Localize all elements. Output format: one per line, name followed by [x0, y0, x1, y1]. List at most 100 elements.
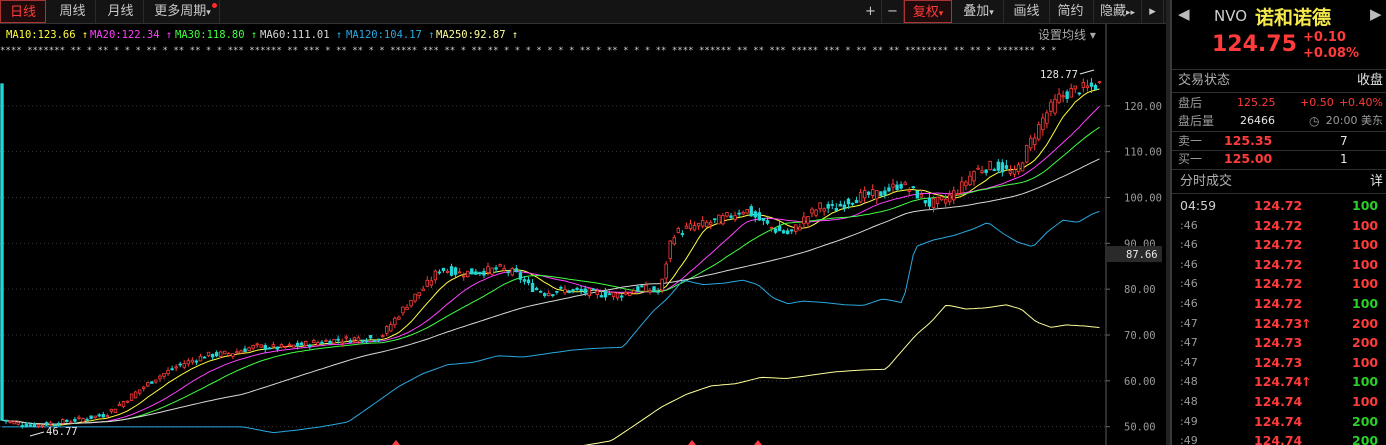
candle-body — [595, 290, 600, 295]
candle-body — [291, 344, 296, 348]
candle-body — [510, 268, 514, 276]
candle-body — [547, 293, 551, 296]
candle-body — [1061, 95, 1065, 98]
candle-body — [587, 288, 591, 297]
last-price: 124.75 — [1212, 32, 1297, 57]
candle-body — [717, 214, 721, 225]
after-hours-time: 20:00 美东 — [1325, 114, 1383, 127]
candle-body — [283, 346, 288, 349]
candle-body — [150, 381, 154, 384]
tick-volume: 200 — [1352, 335, 1379, 351]
candle-body — [729, 215, 733, 218]
candle-body — [571, 289, 575, 291]
candle-body — [154, 379, 158, 383]
candle-body — [765, 220, 770, 224]
candle-body — [312, 340, 316, 344]
tick-volume: 100 — [1352, 394, 1379, 409]
candle-body — [263, 345, 267, 350]
y-tick-label: 80.00 — [1124, 284, 1156, 296]
y-tick-label: 120.00 — [1124, 101, 1162, 113]
ticks-header-label: 分时成交 — [1180, 174, 1233, 189]
candle-body — [109, 408, 114, 412]
candle-body — [271, 344, 276, 347]
tick-price: 124.73 — [1254, 315, 1303, 331]
candle-body — [980, 170, 984, 173]
candle-body — [672, 237, 676, 245]
high-pointer — [1079, 69, 1095, 75]
tick-time: :46 — [1180, 277, 1198, 291]
bid-row: 买一 125.00 1 — [1178, 150, 1383, 168]
candle-body — [170, 368, 174, 371]
candle-body — [761, 218, 766, 221]
candle-body — [603, 290, 608, 298]
candle-body — [218, 351, 223, 357]
candle-body — [16, 422, 20, 425]
ticks-detail-button[interactable]: 详 — [1370, 173, 1383, 191]
tick-row: :47 124.73 ↑ 200 — [1172, 314, 1386, 334]
candle-body — [619, 295, 624, 298]
candle-body — [393, 317, 397, 326]
candle-body — [624, 291, 628, 295]
y-tick-label: 60.00 — [1124, 376, 1156, 388]
price-chart[interactable]: 120.00110.00100.0090.0080.0070.0060.0050… — [0, 0, 1166, 445]
candle-body — [231, 353, 235, 357]
tick-time: :49 — [1180, 434, 1198, 445]
candle-body — [1077, 92, 1081, 95]
change-value: +0.10 — [1303, 30, 1346, 45]
after-hours-volume: 26466 — [1240, 114, 1275, 127]
candle-body — [28, 424, 33, 427]
after-hours-change: +0.50 — [1300, 96, 1334, 109]
candle-body — [352, 337, 357, 341]
quote-panel: ◀ NVO 诺和诺德 ▶ 124.75 +0.10 +0.08% 交易状态 收盘… — [1170, 0, 1386, 445]
candle-body — [790, 229, 794, 232]
symbol-code: NVO — [1214, 7, 1248, 25]
candle-body — [713, 218, 717, 221]
candle-body — [757, 212, 762, 221]
candle-body — [457, 271, 462, 274]
candle-body — [389, 324, 393, 332]
candle-body — [198, 355, 203, 362]
candle-body — [948, 194, 952, 203]
up-arrow-icon: ↑ — [1301, 315, 1312, 331]
candle-body — [822, 208, 826, 212]
candle-body — [178, 363, 182, 366]
candle-body — [1004, 165, 1009, 169]
candle-body — [968, 175, 972, 186]
candle-body — [478, 271, 482, 275]
candle-body — [939, 196, 944, 201]
candle-body — [44, 422, 49, 426]
candle-body — [24, 424, 28, 428]
y-axis: 120.00110.00100.0090.0080.0070.0060.0050… — [1105, 24, 1162, 445]
tick-row: :47 124.73 200 — [1172, 333, 1386, 353]
tick-price: 124.73 — [1254, 354, 1303, 370]
candle-body — [915, 190, 919, 199]
next-symbol-icon[interactable]: ▶ — [1370, 5, 1382, 23]
candle-body — [575, 287, 579, 290]
candle-body — [210, 353, 215, 358]
candle-body — [753, 211, 757, 218]
tick-price: 124.72 — [1254, 237, 1303, 253]
tick-row: :47 124.73 100 — [1172, 353, 1386, 373]
candle-body — [846, 198, 851, 205]
candle-body — [1085, 85, 1090, 89]
candle-body — [12, 421, 16, 425]
candle-body — [316, 342, 320, 346]
candle-body — [40, 424, 45, 427]
candle-body — [397, 316, 401, 320]
candle-body — [1093, 84, 1098, 90]
candle-body — [506, 271, 510, 274]
after-hours-price: 125.25 — [1237, 96, 1276, 109]
candle-body — [405, 306, 409, 310]
candle-body — [781, 230, 786, 234]
tick-row: :49 124.74 200 — [1172, 431, 1386, 445]
candle-body — [538, 290, 543, 293]
candle-body — [964, 181, 968, 187]
candle-body — [660, 278, 664, 291]
candle-body — [162, 373, 166, 377]
tick-row: :46 124.72 100 — [1172, 255, 1386, 275]
candle-body — [786, 230, 790, 235]
candle-body — [563, 288, 567, 294]
candle-body — [186, 360, 190, 365]
prev-symbol-icon[interactable]: ◀ — [1178, 5, 1190, 23]
after-hours-row: 盘后 125.25 +0.50 +0.40% — [1178, 94, 1383, 112]
